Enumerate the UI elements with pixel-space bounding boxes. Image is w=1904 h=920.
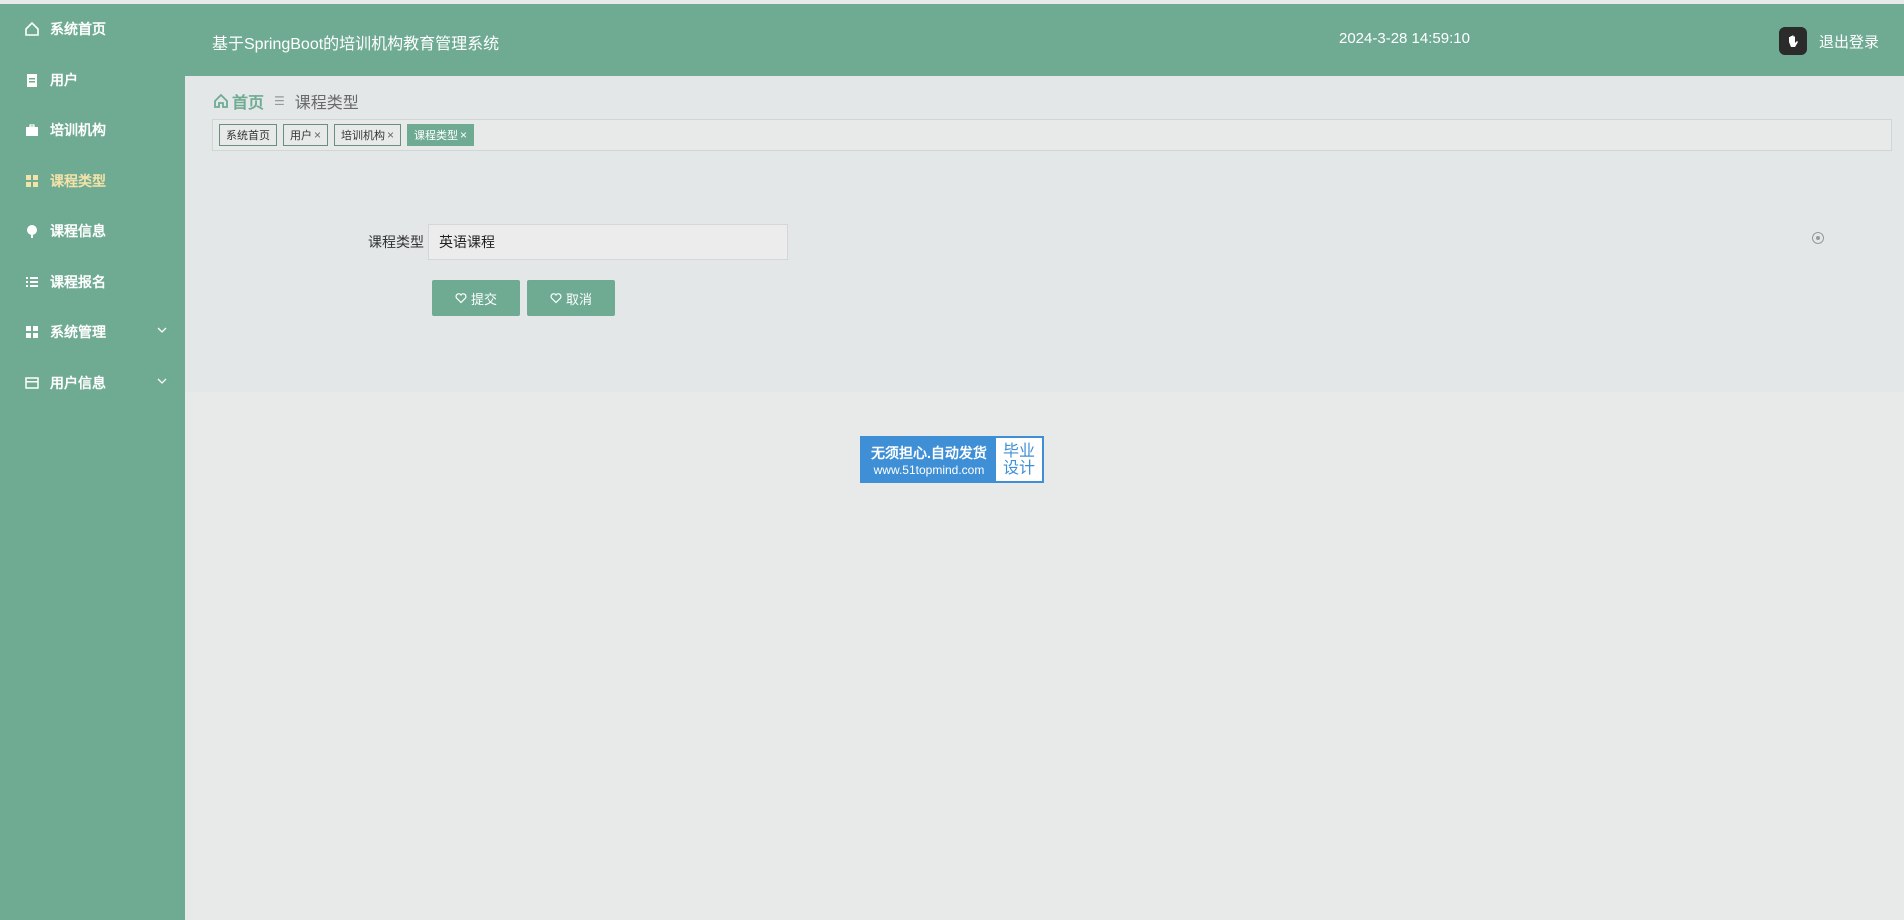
tag-course-type[interactable]: 课程类型 ×	[407, 124, 475, 146]
close-icon[interactable]: ×	[460, 128, 467, 142]
datetime: 2024-3-28 14:59:10	[1339, 30, 1470, 47]
submit-label: 提交	[470, 291, 497, 307]
sidebar-item-label: 课程报名	[50, 273, 106, 290]
watermark-badge[interactable]: 无须担心.自动发货 www.51topmind.com 毕业 设计	[860, 436, 1044, 483]
breadcrumb: 首页 ☰ 课程类型	[213, 89, 359, 113]
badge-line2: www.51topmind.com	[873, 462, 985, 477]
app-title: 基于SpringBoot的培训机构教育管理系统	[212, 36, 500, 53]
badge-line1: 无须担心.自动发货	[871, 444, 987, 461]
badge-left: 无须担心.自动发货 www.51topmind.com	[862, 438, 996, 481]
course-type-label: 课程类型	[368, 234, 424, 250]
tag-users[interactable]: 用户 ×	[283, 124, 329, 146]
chevron-down-icon	[157, 327, 167, 333]
heart-icon	[550, 293, 562, 304]
badge-right: 毕业 设计	[996, 438, 1042, 481]
briefcase-icon	[24, 122, 40, 138]
sidebar-item-enrollment[interactable]: 课程报名	[0, 257, 185, 308]
grid-icon	[24, 173, 40, 189]
sidebar-item-course-type[interactable]: 课程类型	[0, 156, 185, 207]
home-icon	[24, 21, 40, 37]
sidebar-item-label: 培训机构	[50, 122, 106, 139]
clear-icon[interactable]	[1811, 231, 1825, 245]
tag-label: 系统首页	[226, 130, 270, 142]
course-type-input[interactable]	[428, 224, 788, 260]
sidebar-item-label: 用户信息	[50, 374, 106, 391]
badge-right2: 设计	[1002, 459, 1035, 477]
tag-label: 培训机构	[341, 130, 386, 142]
tags-bar: 系统首页 用户 × 培训机构 × 课程类型 ×	[212, 119, 1892, 151]
tag-label: 用户	[290, 130, 312, 142]
tag-institutions[interactable]: 培训机构 ×	[334, 124, 402, 146]
main-content: 首页 ☰ 课程类型 系统首页 用户 × 培训机构 × 课程类型 × 课程类型 提…	[185, 76, 1904, 392]
submit-button[interactable]: 提交	[432, 280, 520, 316]
close-icon[interactable]: ×	[387, 128, 394, 142]
sidebar-item-label: 系统首页	[50, 21, 106, 38]
badge-right1: 毕业	[1002, 442, 1035, 460]
sidebar-item-label: 课程类型	[50, 172, 106, 189]
sidebar-item-label: 课程信息	[50, 223, 106, 240]
close-icon[interactable]: ×	[314, 128, 321, 142]
tag-home[interactable]: 系统首页	[219, 124, 277, 146]
grid-icon	[24, 324, 40, 340]
logout-button[interactable]: 退出登录	[1819, 31, 1879, 52]
breadcrumb-current: 课程类型	[294, 95, 359, 112]
breadcrumb-home[interactable]: 首页	[213, 89, 264, 113]
sidebar-item-label: 系统管理	[50, 324, 106, 341]
sidebar-item-institutions[interactable]: 培训机构	[0, 105, 185, 156]
avatar[interactable]	[1779, 27, 1807, 55]
sidebar-item-user-info[interactable]: 用户信息	[0, 358, 185, 409]
breadcrumb-separator: ☰	[274, 94, 285, 108]
heart-icon	[455, 293, 467, 304]
sidebar-item-users[interactable]: 用户	[0, 55, 185, 106]
home-icon	[214, 93, 228, 108]
chevron-down-icon	[157, 378, 167, 384]
tag-label: 课程类型	[414, 130, 459, 142]
card-icon	[24, 375, 40, 391]
list-icon	[24, 274, 40, 290]
sidebar-item-system-management[interactable]: 系统管理	[0, 307, 185, 358]
header: 基于SpringBoot的培训机构教育管理系统 2024-3-28 14:59:…	[185, 4, 1904, 76]
location-pin-icon	[24, 223, 40, 239]
sidebar-item-label: 用户	[50, 71, 78, 88]
sidebar: 系统首页 用户 培训机构 课程类型 课程信息 课程报名 系统管理 用户信息	[0, 4, 185, 920]
sidebar-item-home[interactable]: 系统首页	[0, 4, 185, 55]
sidebar-item-course-info[interactable]: 课程信息	[0, 206, 185, 257]
hand-icon	[1789, 35, 1798, 47]
breadcrumb-home-label: 首页	[232, 95, 265, 112]
cancel-label: 取消	[565, 291, 592, 307]
cancel-button[interactable]: 取消	[527, 280, 615, 316]
clipboard-icon	[24, 72, 40, 88]
